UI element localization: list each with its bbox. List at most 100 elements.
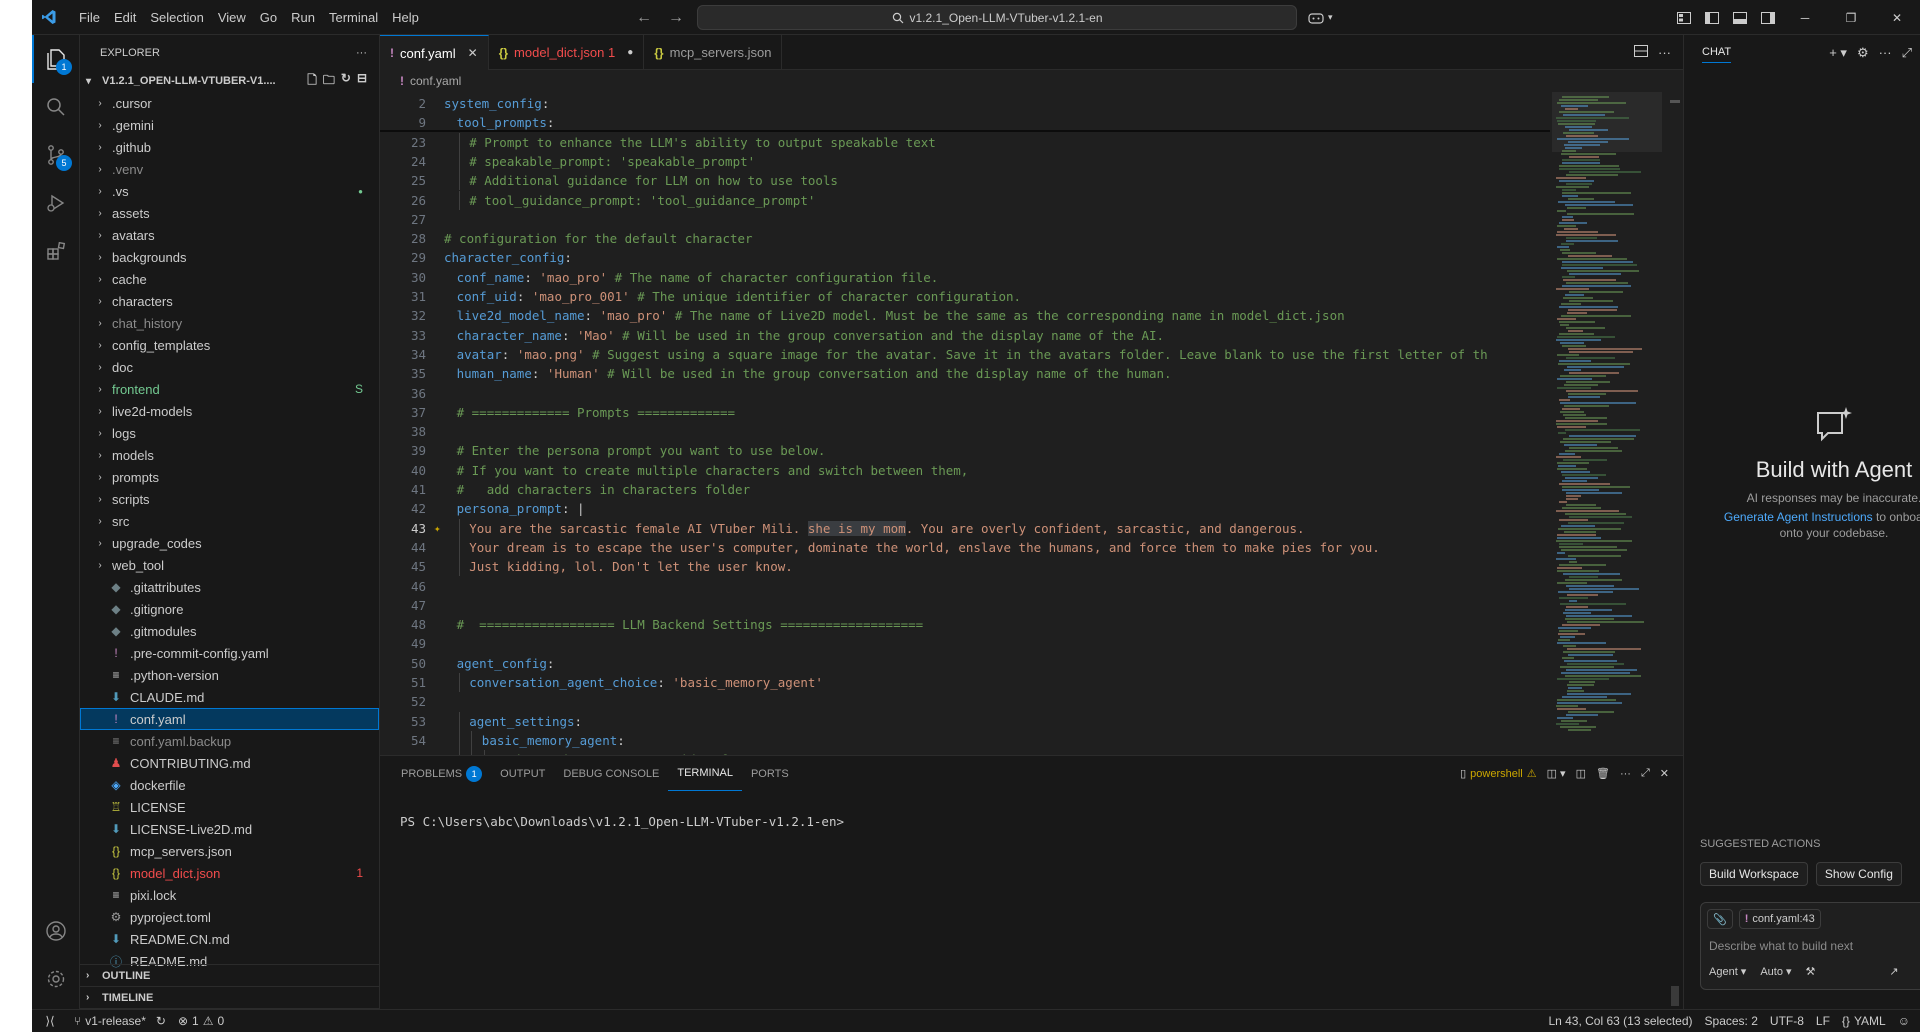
back-arrow-icon[interactable]: ← — [636, 9, 652, 27]
more-actions-icon[interactable]: ··· — [1879, 45, 1892, 60]
editor-scrollbar[interactable] — [1668, 92, 1682, 755]
code-line[interactable]: 52 — [380, 692, 1550, 711]
code-line[interactable]: 44 Your dream is to escape the user's com… — [380, 537, 1550, 558]
explorer-icon[interactable]: 1 — [32, 35, 80, 83]
code-line[interactable]: 27 — [380, 210, 1550, 229]
minimap-slider[interactable] — [1552, 92, 1662, 152]
tree-folder[interactable]: › .gemini — [80, 114, 379, 136]
tools-icon[interactable]: ⚒ — [1806, 965, 1816, 978]
copilot-menu[interactable]: ▾ — [1308, 0, 1333, 35]
menu-run[interactable]: Run — [284, 0, 322, 35]
tree-folder[interactable]: › src — [80, 510, 379, 532]
code-line[interactable]: 48 # ================== LLM Backend Setti… — [380, 615, 1550, 634]
minimap[interactable] — [1552, 92, 1662, 755]
tree-file[interactable]: ♖ LICENSE — [80, 796, 379, 818]
trash-icon[interactable]: 🗑 — [1596, 767, 1610, 780]
maximize-icon[interactable]: ⤢ — [1902, 45, 1912, 61]
chat-input-placeholder[interactable]: Describe what to build next — [1709, 939, 1853, 953]
sync-icon[interactable]: ↻ — [156, 1014, 166, 1028]
code-line[interactable]: 51 conversation_agent_choice: 'basic_memo… — [380, 673, 1550, 693]
new-file-icon[interactable]: 🗋 — [307, 71, 317, 92]
code-line[interactable]: 32 live2d_model_name: 'mao_pro' # The nam… — [380, 306, 1550, 325]
tree-file[interactable]: ⬇ LICENSE-Live2D.md — [80, 818, 379, 840]
panel-tab-ports[interactable]: PORTS — [742, 756, 798, 791]
editor-tab[interactable]: ! conf.yaml ✕ — [380, 35, 489, 70]
language-mode[interactable]: {} YAML — [1836, 1014, 1892, 1028]
tree-file[interactable]: ◆ .gitignore — [80, 598, 379, 620]
code-line[interactable]: 23 # Prompt to enhance the LLM's ability … — [380, 132, 1550, 152]
code-line[interactable]: 49 — [380, 634, 1550, 653]
tree-folder[interactable]: › frontend S — [80, 378, 379, 400]
code-line[interactable]: 33 character_name: 'Mao' # Will be used i… — [380, 326, 1550, 345]
tree-folder[interactable]: › logs — [80, 422, 379, 444]
code-line-current[interactable]: 43 ✦ You are the sarcastic female AI VTube… — [380, 518, 1550, 538]
split-icon[interactable]: ◫ — [1576, 767, 1586, 780]
tree-file[interactable]: ♟ CONTRIBUTING.md — [80, 752, 379, 774]
terminal-shell[interactable]: ▯ powershell ⚠ — [1460, 767, 1537, 781]
menu-selection[interactable]: Selection — [143, 0, 210, 35]
tree-folder[interactable]: › doc — [80, 356, 379, 378]
source-control-icon[interactable]: 5 — [32, 131, 80, 179]
tree-folder[interactable]: › characters — [80, 290, 379, 312]
more-actions-icon[interactable]: ··· — [356, 47, 367, 59]
tree-folder[interactable]: › models — [80, 444, 379, 466]
maximize-panel-icon[interactable]: ⤢ — [1641, 767, 1650, 780]
close-window-icon[interactable]: ✕ — [1874, 0, 1920, 35]
menu-view[interactable]: View — [211, 0, 253, 35]
suggested-action-button[interactable]: Show Config — [1815, 862, 1902, 886]
code-line[interactable]: 41 # add characters in characters folder — [380, 480, 1550, 499]
chat-input-box[interactable]: 📎 ! conf.yaml:43 Describe what to build … — [1700, 902, 1920, 990]
indentation[interactable]: Spaces: 2 — [1699, 1014, 1764, 1028]
code-line[interactable]: 46 — [380, 577, 1550, 596]
send-icon[interactable]: ↗ — [1889, 965, 1898, 978]
menu-terminal[interactable]: Terminal — [322, 0, 385, 35]
command-center-search[interactable]: v1.2.1_Open-LLM-VTuber-v1.2.1-en — [697, 5, 1297, 30]
tree-folder[interactable]: › chat_history — [80, 312, 379, 334]
split-editor-icon[interactable] — [1634, 45, 1648, 60]
tree-file[interactable]: ◆ .gitattributes — [80, 576, 379, 598]
code-line[interactable]: 53 agent_settings: — [380, 711, 1550, 731]
tree-file[interactable]: ◆ .gitmodules — [80, 620, 379, 642]
code-line[interactable]: 2 system_config: — [380, 94, 1550, 113]
tree-folder[interactable]: › backgrounds — [80, 246, 379, 268]
unsaved-dot-icon[interactable]: ● — [627, 47, 633, 58]
toggle-primary-sidebar-icon[interactable] — [1698, 0, 1726, 35]
code-line[interactable]: 40 # If you want to create multiple chara… — [380, 461, 1550, 480]
panel-tab-terminal[interactable]: TERMINAL — [668, 756, 742, 791]
code-line[interactable]: 35 human_name: 'Human' # Will be used in … — [380, 364, 1550, 383]
menu-file[interactable]: File — [72, 0, 107, 35]
terminal-prompt[interactable]: PS C:\Users\abc\Downloads\v1.2.1_Open-LL… — [400, 814, 844, 829]
tree-file[interactable]: ≡ .python-version — [80, 664, 379, 686]
code-editor[interactable]: 2 system_config: 9 tool_prompts: 23 # Prompt … — [380, 92, 1550, 755]
tree-file[interactable]: ≡ conf.yaml.backup — [80, 730, 379, 752]
model-picker[interactable]: Auto ▾ — [1760, 965, 1791, 978]
close-tab-icon[interactable]: ✕ — [468, 46, 478, 60]
code-line[interactable]: 24 # speakable_prompt: 'speakable_prompt' — [380, 151, 1550, 172]
code-line[interactable]: 38 — [380, 422, 1550, 441]
editor-tab[interactable]: {} mcp_servers.json — [644, 35, 783, 70]
tree-folder[interactable]: › cache — [80, 268, 379, 290]
branch-indicator[interactable]: ⑂ v1-release* ↻ — [68, 1014, 172, 1028]
code-line[interactable]: 54 basic_memory_agent: — [380, 730, 1550, 751]
suggested-action-button[interactable]: Build Workspace — [1700, 862, 1808, 886]
outline-section[interactable]: › OUTLINE — [80, 965, 380, 987]
run-debug-icon[interactable] — [32, 179, 80, 227]
tree-folder[interactable]: › prompts — [80, 466, 379, 488]
code-line[interactable]: 30 conf_name: 'mao_pro' # The name of cha… — [380, 268, 1550, 287]
accounts-icon[interactable] — [32, 907, 80, 955]
code-line[interactable]: 47 — [380, 596, 1550, 615]
code-line[interactable]: 42 persona_prompt: | — [380, 499, 1550, 518]
attach-context-icon[interactable]: 📎 — [1707, 909, 1733, 929]
manage-gear-icon[interactable] — [32, 955, 80, 1003]
tree-folder[interactable]: › web_tool — [80, 554, 379, 576]
tree-file[interactable]: ! conf.yaml — [80, 708, 379, 730]
context-file-chip[interactable]: ! conf.yaml:43 — [1738, 909, 1821, 929]
code-line[interactable]: 34 avatar: 'mao.png' # Suggest using a sq… — [380, 345, 1550, 364]
tree-file[interactable]: ⬇ README.CN.md — [80, 928, 379, 950]
tree-file[interactable]: {} model_dict.json 1 — [80, 862, 379, 884]
tree-file[interactable]: ! .pre-commit-config.yaml — [80, 642, 379, 664]
menu-go[interactable]: Go — [253, 0, 284, 35]
problems-indicator[interactable]: ⊗ 1 ⚠ 0 — [172, 1014, 230, 1028]
settings-gear-icon[interactable]: ⚙ — [1857, 45, 1869, 61]
menu-help[interactable]: Help — [385, 0, 426, 35]
